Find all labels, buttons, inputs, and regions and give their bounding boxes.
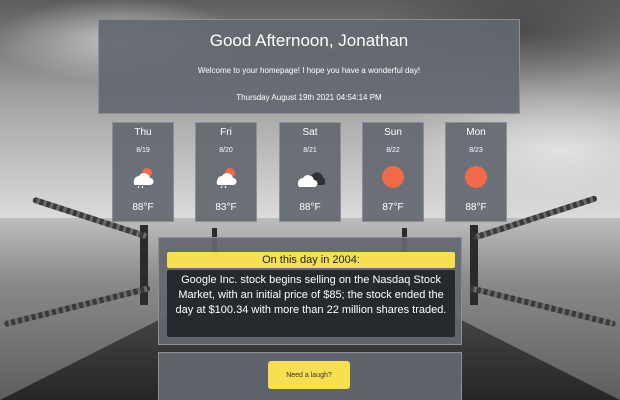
current-datetime: Thursday August 19th 2021 04:54:14 PM [236,93,382,102]
forecast-temperature: 88°F [299,202,321,213]
forecast-temperature: 88°F [132,202,154,213]
forecast-temperature: 87°F [382,202,404,213]
on-this-day-text: Google Inc. stock begins selling on the … [167,270,455,337]
cloud-sun-rain-icon [196,164,256,190]
forecast-day-name: Sun [384,127,402,138]
on-this-day-title: On this day in 2004: [167,252,455,268]
greeting-title: Good Afternoon, Jonathan [209,31,409,50]
need-a-laugh-button[interactable]: Need a laugh? [268,361,350,389]
welcome-message: Welcome to your homepage! I hope you hav… [197,66,421,75]
forecast-day-name: Thu [134,127,152,138]
forecast-day-name: Sat [302,127,318,138]
joke-panel: Need a laugh? [158,352,462,400]
forecast-day-name: Fri [220,127,232,138]
sun-icon [363,164,423,190]
sun-icon [446,164,506,190]
greeting-panel: Good Afternoon, Jonathan Welcome to your… [98,19,520,114]
forecast-day-card: Mon 8/23 88°F [445,122,507,222]
forecast-day-name: Mon [466,127,486,138]
forecast-day-card: Sat 8/21 88°F [279,122,341,222]
forecast-temperature: 88°F [465,202,487,213]
forecast-day-card: Thu 8/19 88°F [112,122,174,222]
forecast-temperature: 83°F [215,202,237,213]
forecast-date: 8/19 [136,147,150,154]
forecast-date: 8/20 [219,147,233,154]
forecast-day-card: Fri 8/20 83°F [195,122,257,222]
on-this-day-panel: On this day in 2004: Google Inc. stock b… [158,237,462,345]
forecast-date: 8/21 [303,147,317,154]
cloudy-icon [280,164,340,190]
forecast-day-card: Sun 8/22 87°F [362,122,424,222]
cloud-sun-rain-icon [113,164,173,190]
forecast-date: 8/22 [386,147,400,154]
forecast-date: 8/23 [469,147,483,154]
